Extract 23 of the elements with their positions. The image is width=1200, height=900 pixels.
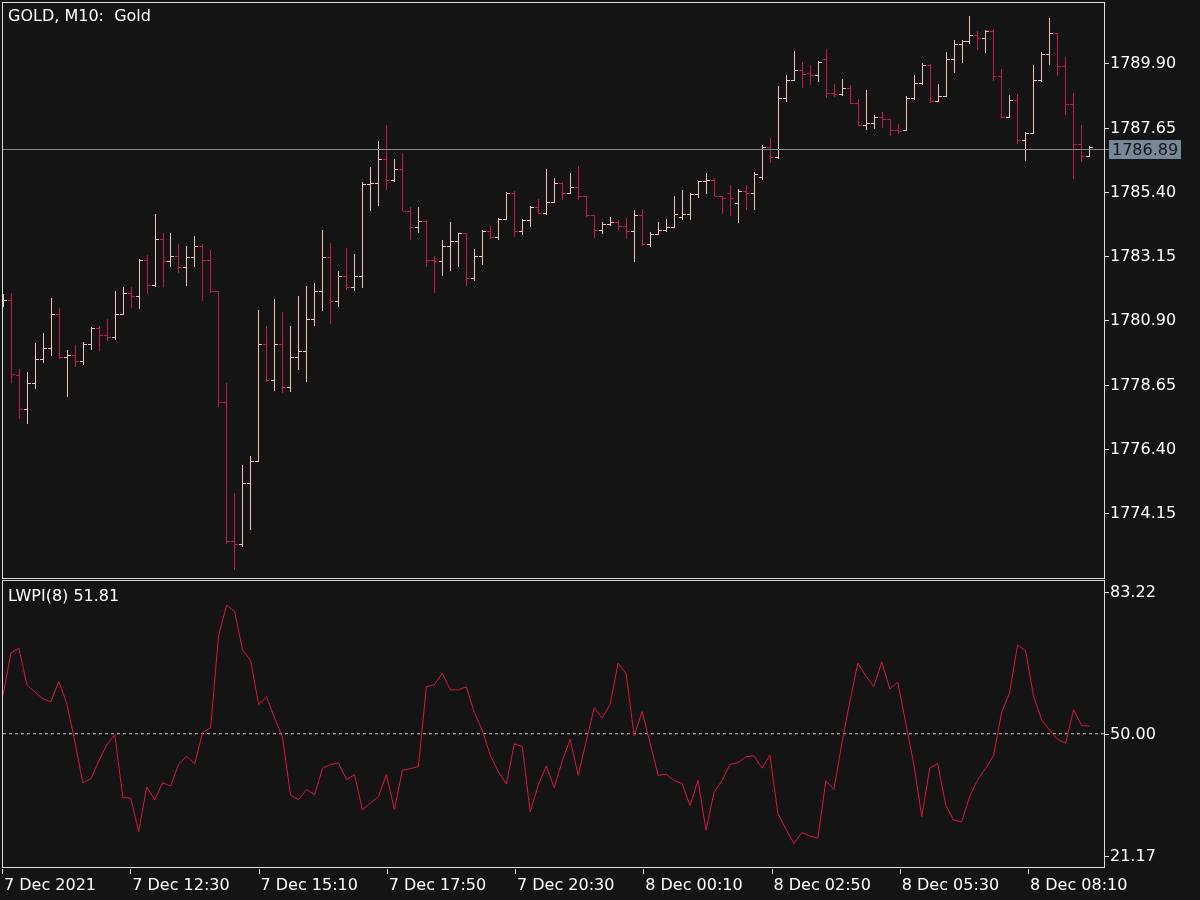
time-axis-label: 7 Dec 15:10 — [260, 876, 358, 894]
price-axis-label: 1776.40 — [1110, 440, 1177, 458]
chart-title: GOLD, M10: Gold — [8, 7, 151, 25]
time-axis-label: 7 Dec 17:50 — [388, 876, 487, 894]
price-axis-label: 1780.90 — [1110, 311, 1177, 329]
level-label: 50.00 — [1110, 725, 1156, 743]
price-axis-label: 1787.65 — [1110, 119, 1177, 137]
price-axis-label: 1785.40 — [1110, 183, 1177, 201]
time-axis-label: 8 Dec 08:10 — [1030, 876, 1128, 894]
current-price-label: 1786.89 — [1109, 140, 1182, 159]
time-axis-label: 8 Dec 00:10 — [645, 876, 743, 894]
price-axis-label: 1778.65 — [1110, 376, 1177, 394]
price-axis-label: 1789.90 — [1110, 54, 1177, 72]
time-axis-label: 7 Dec 12:30 — [132, 876, 230, 894]
price-axis-label: 1774.15 — [1110, 504, 1177, 522]
indicator-title: LWPI(8) 51.81 — [8, 587, 120, 605]
time-axis-label: 8 Dec 02:50 — [773, 876, 871, 894]
indicator-axis-label: 21.17 — [1110, 847, 1156, 865]
time-axis-label: 7 Dec 20:30 — [517, 876, 615, 894]
indicator-axis-label: 83.22 — [1110, 583, 1156, 601]
price-axis-label: 1783.15 — [1110, 247, 1177, 265]
time-axis-label: 7 Dec 2021 — [4, 876, 97, 894]
time-axis-label: 8 Dec 05:30 — [901, 876, 1000, 894]
